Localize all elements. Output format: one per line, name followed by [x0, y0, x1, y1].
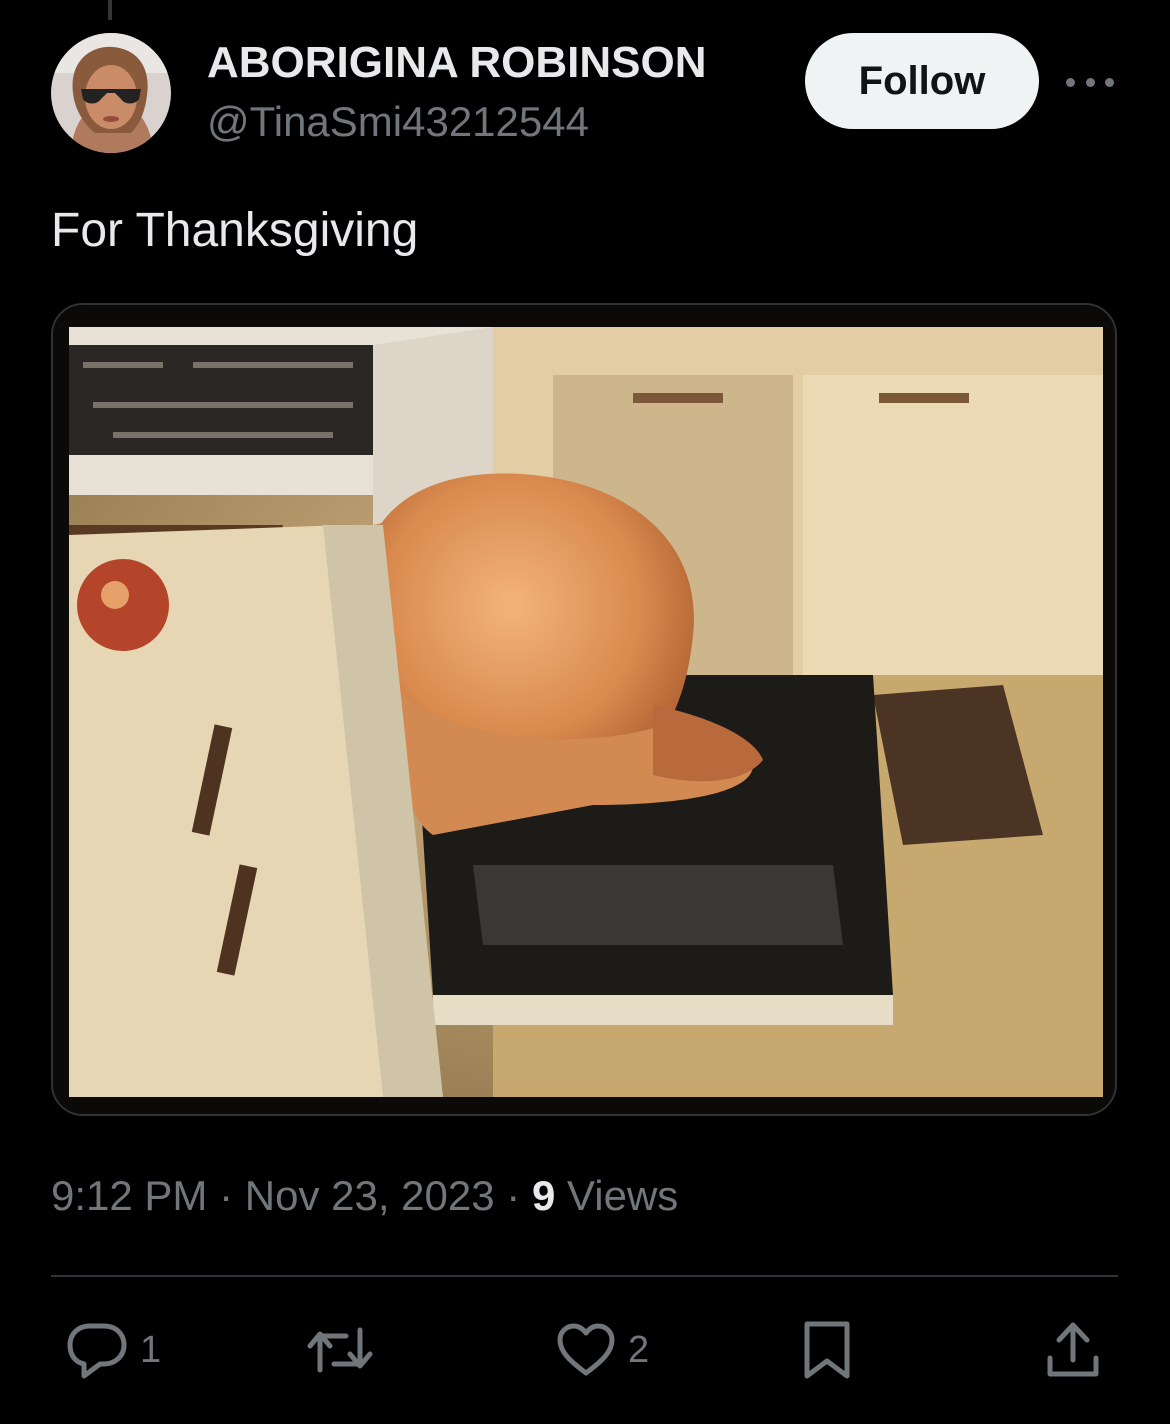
share-button[interactable] — [1045, 1315, 1101, 1385]
more-dot — [1105, 77, 1114, 87]
tweet-time[interactable]: 9:12 PM — [51, 1172, 207, 1219]
tweet-metadata: 9:12 PM · Nov 23, 2023 · 9 Views — [51, 1168, 678, 1224]
reply-icon — [67, 1323, 127, 1379]
like-count: 2 — [628, 1329, 650, 1371]
meta-separator: · — [219, 1172, 234, 1219]
retweet-button[interactable] — [306, 1315, 374, 1385]
retweet-icon — [307, 1327, 373, 1373]
like-button[interactable]: 2 — [556, 1315, 649, 1385]
divider — [51, 1275, 1118, 1277]
tweet-media-image[interactable] — [51, 303, 1117, 1116]
reply-button[interactable]: 1 — [66, 1315, 161, 1385]
tweet-text: For Thanksgiving — [51, 204, 419, 257]
tweet-date[interactable]: Nov 23, 2023 — [245, 1172, 495, 1219]
views-count: 9 — [531, 1172, 556, 1219]
reply-count: 1 — [140, 1329, 162, 1371]
author-display-name[interactable]: ABORIGINA ROBINSON — [207, 38, 707, 88]
share-icon — [1047, 1322, 1099, 1377]
more-horizontal-icon[interactable] — [1066, 64, 1114, 100]
author-handle[interactable]: @TinaSmi43212544 — [207, 98, 589, 146]
bookmark-button[interactable] — [802, 1315, 852, 1385]
thread-connector-line — [108, 0, 112, 20]
meta-separator: · — [506, 1172, 521, 1219]
more-dot — [1085, 77, 1095, 87]
follow-button[interactable]: Follow — [805, 33, 1039, 129]
more-dot — [1066, 77, 1075, 87]
avatar[interactable] — [51, 33, 171, 153]
bookmark-icon — [804, 1321, 850, 1379]
heart-icon — [557, 1323, 615, 1376]
views-label: Views — [567, 1172, 679, 1219]
